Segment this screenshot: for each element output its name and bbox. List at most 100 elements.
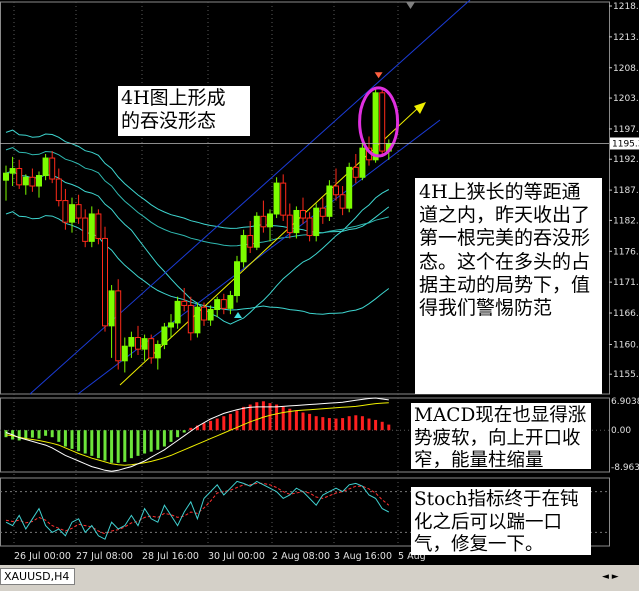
candle-body <box>240 235 247 263</box>
candle-body <box>128 336 135 347</box>
buy-arrow-icon <box>234 312 242 318</box>
macd-main-line <box>5 397 389 472</box>
macd-histogram-bar <box>149 430 153 452</box>
candle-body <box>319 207 326 217</box>
candle-body <box>300 209 306 219</box>
macd-histogram-bar <box>294 410 298 431</box>
candle-body <box>333 185 339 196</box>
macd-histogram-bar <box>96 430 100 459</box>
macd-histogram-bar <box>387 424 391 431</box>
candle-body <box>201 306 207 321</box>
time-tick-label: 30 Jul 00:00 <box>208 551 265 562</box>
macd-histogram-bar <box>90 430 94 456</box>
candle-body <box>69 204 75 223</box>
equidistant-channel <box>29 0 471 395</box>
macd-histogram-bar <box>327 418 331 431</box>
macd-histogram-bar <box>334 418 338 431</box>
macd-histogram-bar <box>37 430 41 439</box>
candle-body <box>29 176 36 187</box>
macd-histogram-bar <box>228 413 232 431</box>
candle-body <box>234 261 240 297</box>
price-tick-label: 1155.7 <box>613 370 639 380</box>
candle-body <box>359 147 366 178</box>
price-tick-label: 1187.3 <box>613 186 639 196</box>
macd-histogram-bar <box>354 415 358 431</box>
macd-histogram-bar <box>156 430 160 450</box>
candle-body <box>174 300 181 324</box>
macd-histogram-bar <box>136 430 140 456</box>
macd-histogram-bar <box>30 430 34 438</box>
macd-histogram-bar <box>347 416 351 431</box>
candle-body <box>115 290 122 362</box>
annotation-macd-note: MACD现在也显得涨势疲软，向上开口收窄，能量柱缩量 <box>411 403 591 471</box>
candle-body <box>267 213 273 228</box>
candle-body <box>108 290 115 327</box>
macd-histogram-bar <box>261 401 265 431</box>
macd-signal-line <box>5 402 389 466</box>
macd-histogram-bar <box>70 430 74 449</box>
macd-tick-label: -8.963 <box>611 463 639 473</box>
time-tick-label: 28 Jul 16:00 <box>142 551 199 562</box>
candle-body <box>346 166 353 209</box>
price-tick-label: 1213.6 <box>613 33 639 43</box>
chart-shift-marker-icon[interactable] <box>406 2 415 9</box>
candle-body <box>161 326 168 345</box>
macd-histogram-bar <box>143 430 147 454</box>
macd-histogram-bar <box>77 430 81 452</box>
tab-xauusd-h4[interactable]: XAUUSD,H4 <box>0 568 76 585</box>
tab-scroll-arrows-icon[interactable]: ◄ ► <box>602 572 619 582</box>
price-tick-label: 1171.5 <box>613 278 639 288</box>
macd-histogram-bar <box>63 430 67 447</box>
time-tick-label: 26 Jul 00:00 <box>14 551 71 562</box>
candle-body <box>62 200 69 223</box>
macd-histogram-bar <box>129 430 133 459</box>
macd-histogram-bar <box>321 417 325 431</box>
macd-histogram-bar <box>308 413 312 431</box>
current-price-label: 1195.3 <box>612 139 639 149</box>
macd-histogram-bar <box>202 423 206 431</box>
macd-histogram-bar <box>182 430 186 433</box>
candle-body <box>260 215 267 228</box>
macd-histogram-bar <box>209 420 213 431</box>
price-tick-label: 1192.6 <box>613 155 639 165</box>
macd-histogram-bar <box>281 406 285 431</box>
candle-body <box>135 336 141 350</box>
candle-body <box>280 182 287 216</box>
candle-body <box>313 207 320 237</box>
moving-average-line <box>5 211 390 315</box>
macd-histogram-bar <box>169 430 173 442</box>
macd-histogram-bar <box>367 418 371 431</box>
candle-body <box>339 194 346 209</box>
stoch-main-line <box>5 480 390 540</box>
candle-body <box>253 215 260 248</box>
candle-body <box>168 322 174 328</box>
macd-histogram-bar <box>24 430 28 439</box>
time-tick-label: 3 Aug 16:00 <box>334 551 392 562</box>
macd-histogram-bar <box>116 430 120 463</box>
macd-histogram-bar <box>222 416 226 431</box>
macd-histogram-bar <box>341 418 345 431</box>
candle-body <box>49 157 56 180</box>
annotation-channel-note: 4H上狭长的等距通道之内，昨天收出了第一根完美的吞没形态。这个在多头的占据主动的… <box>415 178 602 394</box>
candle-body <box>95 213 102 239</box>
time-tick-label: 27 Jul 08:00 <box>76 551 133 562</box>
candle-body <box>352 166 359 178</box>
macd-histogram-bar <box>44 430 48 436</box>
moving-averages <box>5 129 390 325</box>
candle-body <box>82 217 89 242</box>
price-tick-label: 1203.1 <box>613 94 639 104</box>
candle-body <box>286 214 293 234</box>
candle-body <box>273 182 280 215</box>
price-tick-label: 1182.1 <box>613 216 639 226</box>
candle-body <box>326 185 333 217</box>
candle-body <box>372 92 379 161</box>
macd-histogram-bar <box>248 404 252 431</box>
channel-lower-line <box>77 119 441 395</box>
macd-histogram-bar <box>374 419 378 431</box>
price-tick-label: 1208.3 <box>613 64 639 74</box>
candle-body <box>75 204 82 219</box>
macd-tick-label: 6.9038 <box>611 397 639 407</box>
price-tick-label: 1160.8 <box>613 340 639 350</box>
price-tick-label: 1218.9 <box>613 2 639 12</box>
candle-body <box>207 309 214 321</box>
